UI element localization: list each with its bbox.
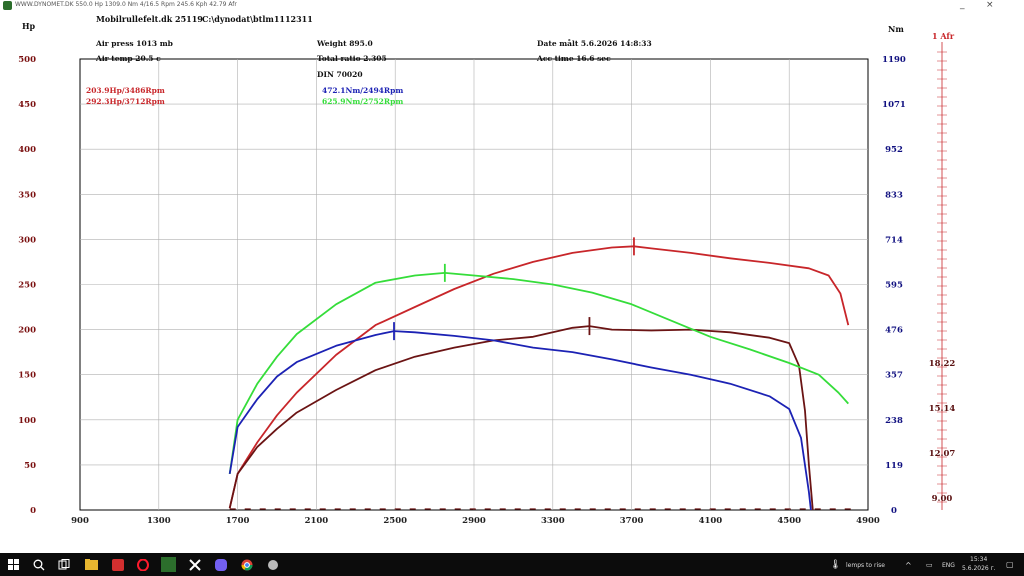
chart-grid — [79, 58, 869, 511]
right-axis-tick-label: 0 — [891, 506, 897, 516]
afr-axis-tick-label: 18.22 — [929, 359, 956, 369]
header-file: Mobilrullefelt.dk 25119 — [96, 14, 203, 24]
left-axis-tick-label: 300 — [18, 235, 36, 245]
header-weight: Weight 895.0 — [316, 39, 373, 48]
x-axis-tick-label: 1300 — [147, 516, 171, 526]
peak-markers — [393, 237, 635, 341]
left-axis-tick-label: 150 — [18, 371, 36, 381]
x-axis-tick-label: 4900 — [856, 516, 880, 526]
afr-axis-tick-label: 15.14 — [929, 404, 956, 414]
left-axis-tick-label: 250 — [18, 281, 36, 291]
x-axis-ticks: 900 1300 1700 2100 2500 2900 3300 3700 4100 4500 4… — [71, 516, 880, 526]
series-line-2 — [228, 271, 849, 475]
left-axis-tick-label: 500 — [18, 55, 36, 65]
excel-icon[interactable] — [187, 557, 202, 572]
left-axis-tick-label: 400 — [18, 145, 36, 155]
file-explorer-icon[interactable] — [84, 557, 99, 572]
left-axis-tick-label: 200 — [18, 326, 36, 336]
right-axis-tick-label: 476 — [885, 326, 903, 336]
taskbar: 🌡 lemps to rise ^ ▭ ENG 15:34 5.6.2026 г… — [0, 553, 1024, 576]
viber-icon[interactable] — [213, 557, 228, 572]
task-view-icon[interactable] — [56, 557, 71, 572]
afr-axis-tick-label: 9.00 — [932, 494, 953, 504]
tray-chevron-icon[interactable]: ^ — [905, 561, 912, 570]
dyno-app-icon[interactable] — [161, 557, 176, 572]
afr-axis: 18.22 15.14 12.07 9.00 — [929, 42, 956, 510]
left-axis-ticks: 0 50 100 150 200 250 300 350 400 450 500 — [18, 55, 36, 516]
x-axis-tick-label: 2500 — [383, 516, 407, 526]
header-standard: DIN 70020 — [317, 70, 363, 79]
notifications-icon[interactable]: ▢ — [1006, 560, 1014, 569]
right-axis-ticks: 0 119 238 357 476 595 714 833 952 1071 1190 — [882, 55, 906, 516]
legend-torque-2: 625.9Nm/2752Rpm — [322, 97, 403, 106]
right-axis-tick-label: 714 — [885, 235, 903, 245]
window-title: WWW.DYNOMET.DK 550.0 Hp 1309.0 Nm 4/16.5… — [15, 1, 237, 8]
left-axis-tick-label: 100 — [18, 416, 36, 426]
x-axis-tick-label: 2100 — [305, 516, 329, 526]
search-icon[interactable] — [31, 557, 46, 572]
opera-icon[interactable] — [135, 557, 150, 572]
weather-text[interactable]: lemps to rise — [846, 562, 885, 569]
series-line-0 — [228, 245, 850, 509]
x-axis-tick-label: 4100 — [699, 516, 723, 526]
x-axis-tick-label: 3300 — [541, 516, 565, 526]
app-icon-2[interactable] — [265, 557, 280, 572]
afr-axis-tick-label: 12.07 — [929, 449, 956, 459]
header-ratio: Total ratio 2.305 — [317, 54, 387, 63]
legend-torque-1: 472.1Nm/2494Rpm — [322, 86, 403, 95]
header-acc-time: Acc time 16.6 sec — [536, 54, 611, 63]
window-titlebar: WWW.DYNOMET.DK 550.0 Hp 1309.0 Nm 4/16.5… — [0, 0, 1024, 12]
right-axis-tick-label: 1190 — [882, 55, 906, 65]
windows-start-icon[interactable] — [6, 557, 21, 572]
minimize-button[interactable]: _ — [960, 0, 965, 10]
series-group — [228, 245, 853, 511]
language-indicator[interactable]: ENG — [942, 562, 955, 569]
app-icon[interactable] — [110, 557, 125, 572]
legend-power-2: 292.3Hp/3712Rpm — [86, 97, 165, 106]
right-axis-tick-label: 595 — [885, 281, 903, 291]
close-button[interactable]: × — [986, 0, 994, 10]
dyno-chart: 0 50 100 150 200 250 300 350 400 450 500 0 119 238 35… — [18, 14, 956, 526]
clock-date[interactable]: 5.6.2026 г. — [962, 565, 996, 572]
x-axis-tick-label: 3700 — [620, 516, 644, 526]
header-path: C:\dynodat\btlm1112311 — [202, 14, 313, 24]
right-axis-tick-label: 357 — [885, 371, 903, 381]
left-axis-tick-label: 350 — [18, 190, 36, 200]
legend-power-1: 203.9Hp/3486Rpm — [86, 86, 165, 95]
right-axis-tick-label: 952 — [885, 145, 903, 155]
series-line-3 — [228, 330, 812, 511]
header-date: Date målt 5.6.2026 14:8:33 — [537, 39, 652, 48]
header-air-press: Air press 1013 mb — [95, 39, 173, 48]
weather-icon[interactable]: 🌡 — [828, 557, 843, 572]
y-axis-right-label: Nm — [888, 24, 904, 34]
left-axis-tick-label: 450 — [18, 100, 36, 110]
x-axis-tick-label: 2900 — [462, 516, 486, 526]
x-axis-tick-label: 4500 — [777, 516, 801, 526]
right-axis-tick-label: 833 — [885, 190, 903, 200]
chrome-icon[interactable] — [239, 557, 254, 572]
app-logo-icon — [3, 1, 12, 10]
right-axis-tick-label: 238 — [885, 416, 903, 426]
header-air-temp: Air temp 20.5 c — [95, 54, 161, 63]
y-axis-left-label: Hp — [22, 21, 36, 31]
clock-time[interactable]: 15:34 — [970, 556, 987, 563]
x-axis-tick-label: 900 — [71, 516, 89, 526]
right-axis-tick-label: 1071 — [882, 100, 906, 110]
x-axis-tick-label: 1700 — [226, 516, 250, 526]
left-axis-tick-label: 50 — [24, 461, 36, 471]
right-axis-tick-label: 119 — [885, 461, 903, 471]
afr-axis-label: 1 Afr — [932, 31, 955, 41]
network-icon[interactable]: ▭ — [926, 561, 933, 569]
left-axis-tick-label: 0 — [30, 506, 36, 516]
